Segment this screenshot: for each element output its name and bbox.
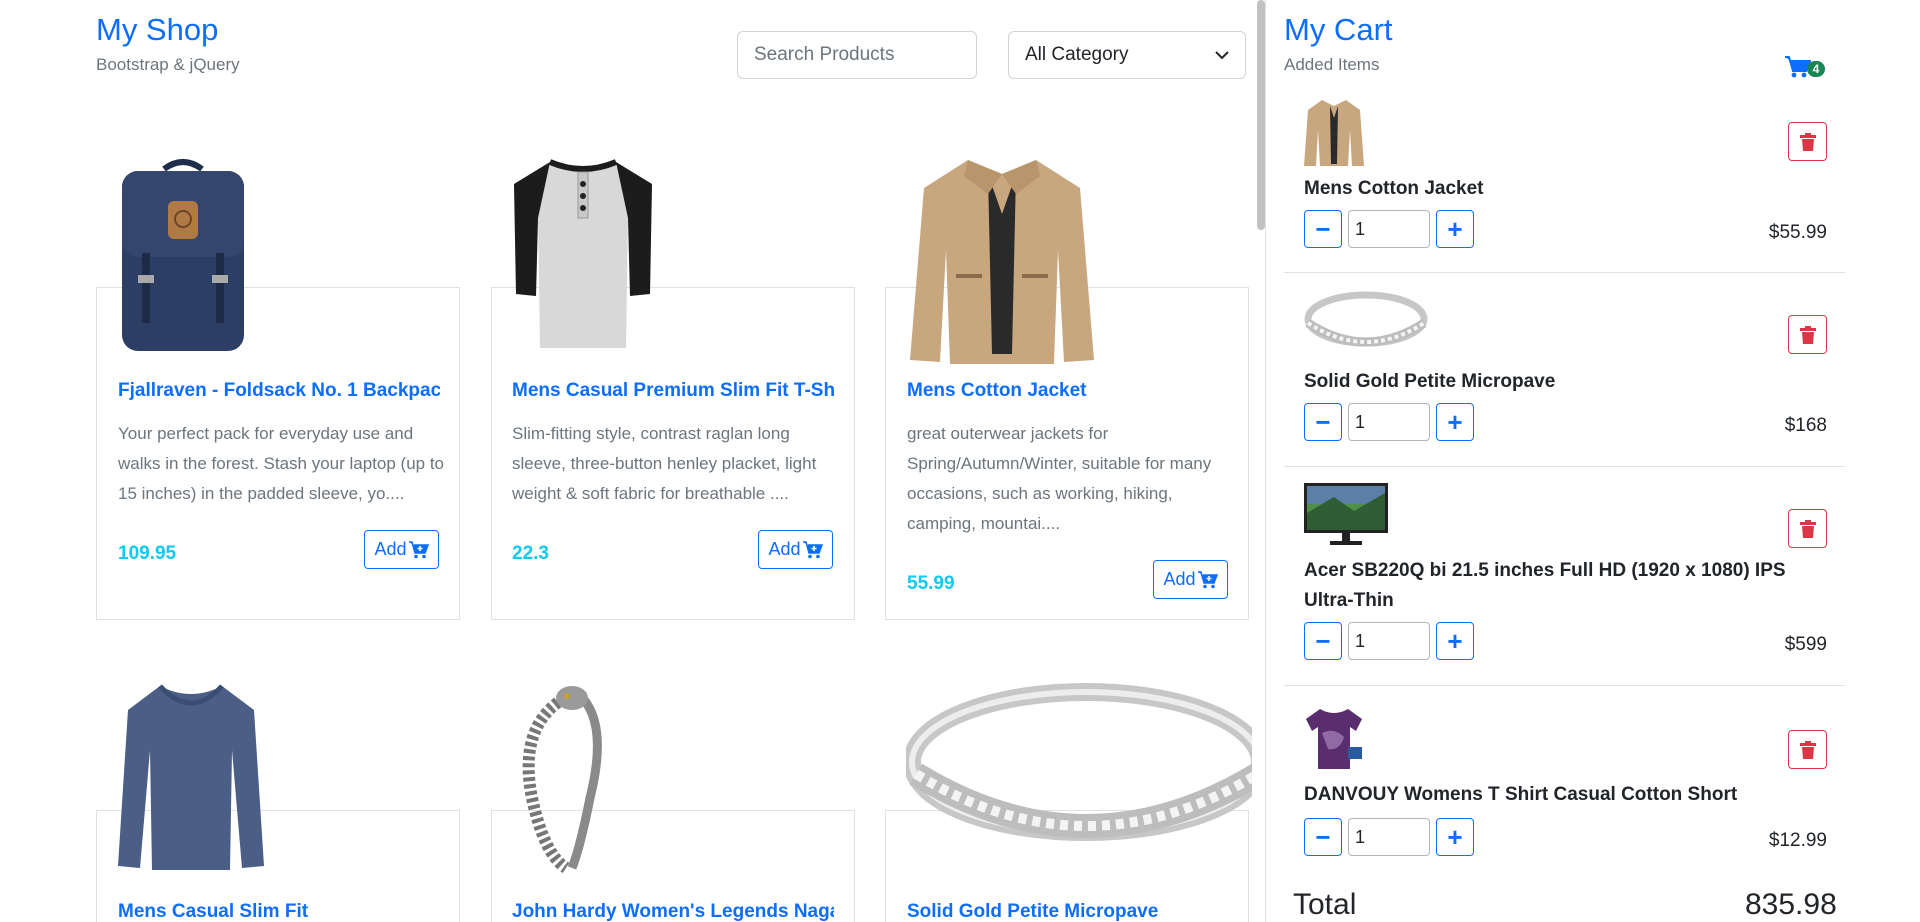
cart-total-label: Total — [1293, 888, 1357, 921]
product-description: Your perfect pack for everyday use and w… — [118, 424, 445, 503]
quantity-input[interactable]: 1 — [1348, 818, 1430, 856]
decrease-quantity-button[interactable]: − — [1304, 622, 1342, 660]
panel-divider — [1265, 0, 1266, 922]
cart-item: Acer SB220Q bi 21.5 inches Full HD (1920… — [1284, 481, 1845, 686]
increase-quantity-button[interactable]: + — [1436, 210, 1474, 248]
product-price: 22.3 — [512, 543, 549, 564]
cart-item: DANVOUY Womens T Shirt Casual Cotton Sho… — [1284, 705, 1845, 865]
chevron-down-icon — [1215, 51, 1229, 60]
quantity-input[interactable]: 1 — [1348, 622, 1430, 660]
add-button-label: Add — [768, 539, 801, 559]
trash-icon — [1799, 325, 1816, 344]
cart-item: Solid Gold Petite Micropave − 1 + $168 — [1284, 287, 1845, 467]
product-title[interactable]: Solid Gold Petite Micropave — [907, 901, 1229, 922]
cart-count-badge: 4 — [1807, 61, 1825, 77]
monitor-thumbnail — [1304, 483, 1388, 545]
product-price: 109.95 — [118, 543, 177, 564]
cart-plus-icon — [802, 540, 823, 558]
product-title[interactable]: Fjallraven - Foldsack No. 1 Backpack, Fi… — [118, 380, 440, 402]
quantity-input[interactable]: 1 — [1348, 210, 1430, 248]
ring-thumbnail — [1304, 291, 1428, 347]
cart-subtitle: Added Items — [1284, 55, 1380, 74]
increase-quantity-button[interactable]: + — [1436, 818, 1474, 856]
increase-quantity-button[interactable]: + — [1436, 622, 1474, 660]
cart-item-name: Acer SB220Q bi 21.5 inches Full HD (1920… — [1304, 560, 1786, 611]
bracelet-image — [522, 686, 602, 874]
jacket-thumbnail — [1304, 100, 1364, 166]
product-description: Slim-fitting style, contrast raglan long… — [512, 424, 817, 503]
remove-item-button[interactable] — [1788, 509, 1827, 548]
tshirt-thumbnail — [1306, 709, 1362, 769]
shop-panel: My Shop Bootstrap & jQuery All Category … — [0, 0, 1252, 922]
jacket-image — [910, 160, 1094, 364]
cart-plus-icon — [408, 540, 429, 558]
backpack-image — [122, 159, 244, 351]
product-title[interactable]: John Hardy Women's Legends Naga — [512, 901, 834, 922]
remove-item-button[interactable] — [1788, 122, 1827, 161]
cart-plus-icon — [1197, 570, 1218, 588]
decrease-quantity-button[interactable]: − — [1304, 403, 1342, 441]
search-input[interactable] — [737, 31, 977, 79]
category-select[interactable]: All Category — [1008, 31, 1246, 79]
add-button-label: Add — [1163, 569, 1196, 589]
add-to-cart-button[interactable]: Add — [364, 530, 439, 569]
remove-item-button[interactable] — [1788, 730, 1827, 769]
product-title[interactable]: Mens Cotton Jacket — [907, 380, 1229, 402]
decrease-quantity-button[interactable]: − — [1304, 818, 1342, 856]
product-title[interactable]: Mens Casual Premium Slim Fit T-Shirts — [512, 380, 834, 402]
trash-icon — [1799, 519, 1816, 538]
trash-icon — [1799, 132, 1816, 151]
cart-item-price: $599 — [1784, 634, 1827, 655]
cart-title: My Cart — [1284, 12, 1393, 47]
add-to-cart-button[interactable]: Add — [1153, 560, 1228, 599]
shop-title: My Shop — [96, 12, 219, 47]
decrease-quantity-button[interactable]: − — [1304, 210, 1342, 248]
trash-icon — [1799, 740, 1816, 759]
cart-item-name: Solid Gold Petite Micropave — [1304, 371, 1556, 392]
quantity-input[interactable]: 1 — [1348, 403, 1430, 441]
tshirt-image — [514, 159, 652, 348]
cart-item-price: $12.99 — [1768, 830, 1827, 851]
cart-item-price: $168 — [1784, 415, 1827, 436]
add-button-label: Add — [374, 539, 407, 559]
product-description: great outerwear jackets for Spring/Autum… — [907, 424, 1212, 533]
remove-item-button[interactable] — [1788, 315, 1827, 354]
cart-item-name: Mens Cotton Jacket — [1304, 178, 1484, 199]
add-to-cart-button[interactable]: Add — [758, 530, 833, 569]
ring-image — [906, 683, 1252, 841]
scrollbar-thumb[interactable] — [1257, 0, 1265, 230]
increase-quantity-button[interactable]: + — [1436, 403, 1474, 441]
category-select-value: All Category — [1025, 44, 1129, 65]
shop-subtitle: Bootstrap & jQuery — [96, 55, 240, 74]
product-title[interactable]: Mens Casual Slim Fit — [118, 901, 440, 922]
cart-item-price: $55.99 — [1768, 222, 1827, 243]
cart-item: Mens Cotton Jacket − 1 + $55.99 — [1284, 94, 1845, 273]
cart-item-name: DANVOUY Womens T Shirt Casual Cotton Sho… — [1304, 784, 1738, 805]
cart-total-value: 835.98 — [1745, 888, 1837, 921]
product-price: 55.99 — [907, 573, 955, 594]
long-sleeve-shirt-image — [118, 684, 264, 870]
